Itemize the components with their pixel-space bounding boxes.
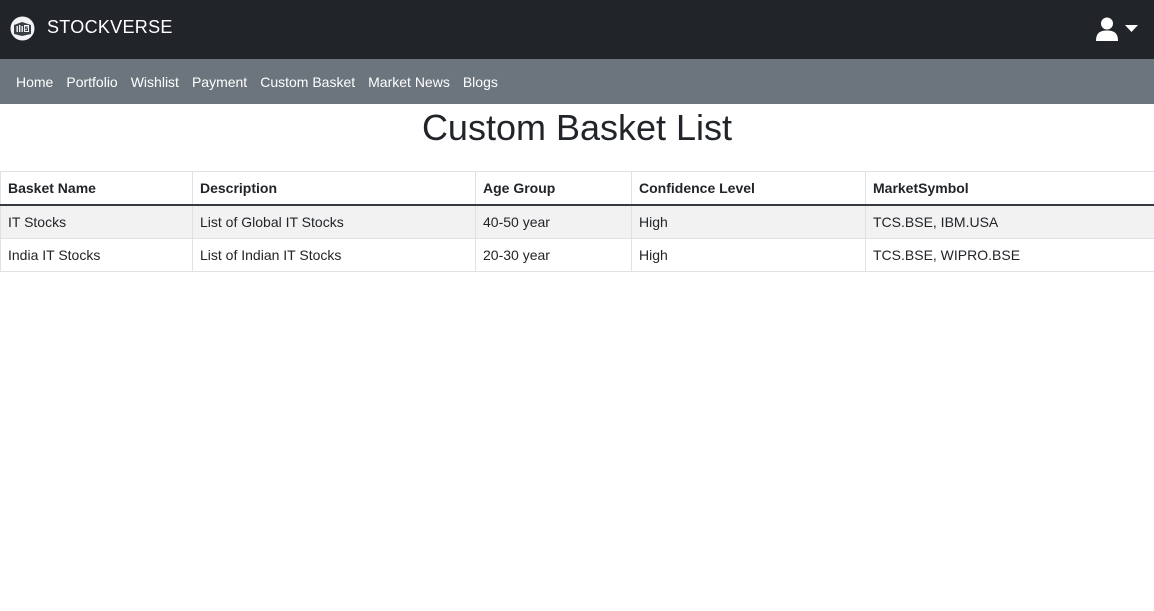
- table-row: India IT Stocks List of Indian IT Stocks…: [0, 238, 1154, 272]
- column-header-description: Description: [192, 171, 476, 206]
- brand-link[interactable]: STOCKVERSE: [10, 16, 173, 41]
- nav-item-wishlist[interactable]: Wishlist: [131, 74, 179, 90]
- table-row: IT Stocks List of Global IT Stocks 40-50…: [0, 204, 1154, 239]
- page-title: Custom Basket List: [421, 107, 733, 148]
- stockverse-logo-icon: [10, 16, 35, 41]
- cell-confidence-level: High: [631, 238, 866, 272]
- cell-confidence-level: High: [631, 204, 866, 239]
- cell-market-symbol: TCS.BSE, IBM.USA: [865, 204, 1154, 239]
- column-header-basket-name: Basket Name: [0, 171, 193, 206]
- nav-item-custom-basket[interactable]: Custom Basket: [260, 74, 355, 90]
- table-header-row: Basket Name Description Age Group Confid…: [0, 171, 1154, 206]
- cell-age-group: 20-30 year: [475, 238, 632, 272]
- user-icon: [1096, 17, 1118, 41]
- caret-down-icon: [1125, 25, 1138, 32]
- cell-description: List of Indian IT Stocks: [192, 238, 476, 272]
- nav-list: Home Portfolio Wishlist Payment Custom B…: [16, 59, 511, 104]
- top-header: STOCKVERSE: [0, 0, 1154, 59]
- nav-item-market-news[interactable]: Market News: [368, 74, 450, 90]
- cell-market-symbol: TCS.BSE, WIPRO.BSE: [865, 238, 1154, 272]
- cell-basket-name: India IT Stocks: [0, 238, 193, 272]
- nav-item-home[interactable]: Home: [16, 74, 53, 90]
- cell-age-group: 40-50 year: [475, 204, 632, 239]
- main-navbar: Home Portfolio Wishlist Payment Custom B…: [0, 59, 1154, 104]
- column-header-confidence-level: Confidence Level: [631, 171, 866, 206]
- nav-item-blogs[interactable]: Blogs: [463, 74, 498, 90]
- column-header-market-symbol: MarketSymbol: [865, 171, 1154, 206]
- cell-description: List of Global IT Stocks: [192, 204, 476, 239]
- custom-basket-table: Basket Name Description Age Group Confid…: [0, 171, 1154, 272]
- brand-name: STOCKVERSE: [47, 16, 173, 37]
- nav-item-payment[interactable]: Payment: [192, 74, 247, 90]
- user-menu-toggle[interactable]: [1095, 16, 1141, 42]
- nav-item-portfolio[interactable]: Portfolio: [66, 74, 117, 90]
- column-header-age-group: Age Group: [475, 171, 632, 206]
- cell-basket-name: IT Stocks: [0, 204, 193, 239]
